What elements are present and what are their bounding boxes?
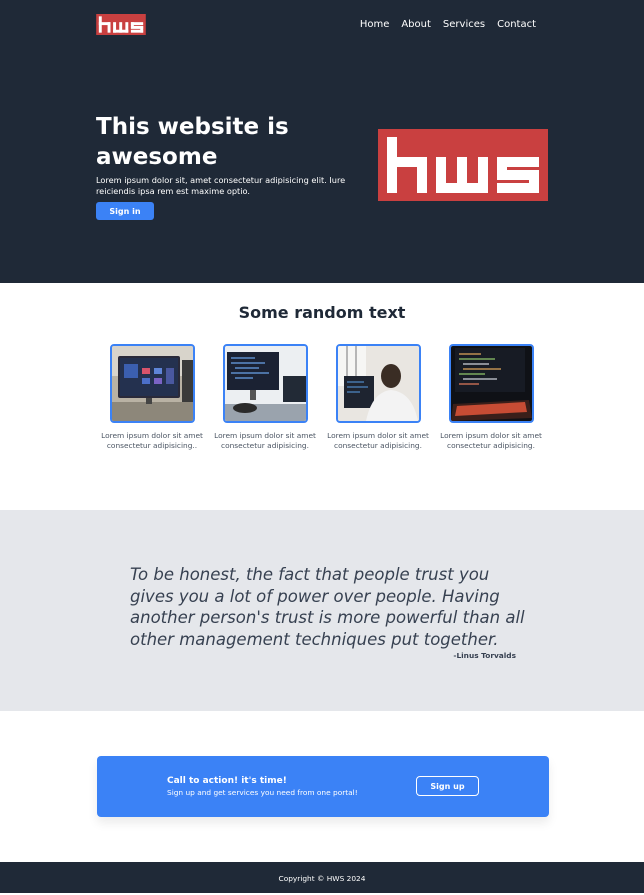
cta-subtitle: Sign up and get services you need from o… (167, 788, 358, 797)
call-to-action-banner: Call to action! it's time! Sign up and g… (97, 756, 549, 817)
feature-card-text: Lorem ipsum dolor sit amet consectetur a… (440, 431, 542, 450)
code-screen-keyboard-image (448, 344, 534, 423)
sign-up-button[interactable]: Sign up (416, 776, 479, 796)
monitor-dashboard-image (109, 344, 195, 423)
hero-section: Home About Services Contact This website… (0, 0, 644, 283)
dual-monitor-code-image (222, 344, 308, 423)
quote-text: To be honest, the fact that people trust… (130, 565, 525, 649)
logo-small[interactable] (96, 14, 146, 35)
feature-card-1: Lorem ipsum dolor sit amet consectetur a… (94, 344, 210, 450)
nav-about[interactable]: About (401, 19, 431, 30)
nav-home[interactable]: Home (360, 19, 390, 30)
features-title: Some random text (238, 303, 406, 322)
nav-services[interactable]: Services (443, 19, 485, 30)
feature-card-text: Lorem ipsum dolor sit amet consectetur a… (327, 431, 429, 450)
feature-card-2: Lorem ipsum dolor sit amet consectetur a… (207, 344, 323, 450)
footer: Copyright © HWS 2024 (0, 862, 644, 893)
hero-text: Lorem ipsum dolor sit, amet consectetur … (96, 175, 346, 196)
hero-title: This website is awesome (96, 114, 289, 170)
quote-author: -Linus Torvalds (453, 651, 516, 660)
logo-big (378, 129, 548, 201)
copyright-text: Copyright © HWS 2024 (278, 874, 366, 883)
sign-in-button[interactable]: Sign in (96, 202, 154, 220)
feature-card-3: Lorem ipsum dolor sit amet consectetur a… (320, 344, 436, 450)
person-at-computer-image (335, 344, 421, 423)
feature-card-text: Lorem ipsum dolor sit amet consectetur a… (214, 431, 316, 450)
main-nav: Home About Services Contact (360, 19, 536, 30)
nav-contact[interactable]: Contact (497, 19, 536, 30)
feature-card-4: Lorem ipsum dolor sit amet consectetur a… (433, 344, 549, 450)
feature-card-text: Lorem ipsum dolor sit amet consectetur a… (101, 431, 203, 450)
cta-title: Call to action! it's time! (167, 776, 287, 786)
